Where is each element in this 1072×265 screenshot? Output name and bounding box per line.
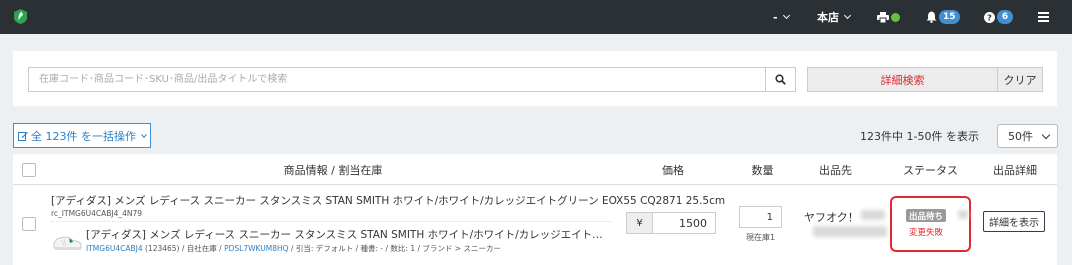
logo-icon[interactable] [12,8,29,25]
store-menu[interactable]: 本店 [817,0,852,34]
sku-title: [アディダス] メンズ レディース スニーカー スタンスミス STAN SMIT… [86,229,611,241]
header-price: 価格 [662,163,684,177]
question-icon: ? [984,11,995,23]
account-label: - [773,10,778,24]
advanced-search-button[interactable]: 詳細検索 [807,67,998,92]
search-input[interactable] [28,67,766,92]
item-code-link[interactable]: ITMG6U4CABJ4 [86,244,143,253]
status-highlight-frame [890,196,971,252]
meta-middle-text: (123465) / 自社在庫 / [145,244,222,253]
sneaker-thumbnail [51,227,83,255]
notifications-count-badge: 15 [939,10,960,24]
quantity-input[interactable]: 1 [739,206,782,228]
account-menu[interactable]: - [773,0,790,34]
bell-icon [926,11,937,23]
currency-prefix: ¥ [627,213,653,233]
current-stock-label: 現在庫1 [746,233,776,242]
clear-button[interactable]: クリア [997,67,1043,92]
chevron-down-icon [782,11,790,20]
chevron-down-icon [1041,130,1051,140]
blurred-status-extra [958,210,968,219]
status-badge: 出品待ち [906,209,947,222]
top-navbar: - 本店 15 ? 6 [0,0,1072,34]
channel-name: ヤフオク！ [804,211,859,224]
online-status-dot [891,12,900,22]
price-input[interactable]: 1500 [653,213,715,233]
header-product-info: 商品情報 / 割当在庫 [283,163,383,177]
printer-icon [877,11,889,23]
chevron-down-icon [141,131,147,138]
search-icon [775,74,786,85]
bulk-action-button[interactable]: 全 123件 を一括操作 [13,123,151,148]
row-checkbox[interactable] [22,217,36,231]
listing-table: 商品情報 / 割当在庫 価格 数量 出品先 ステータス 出品詳細 [アディダス]… [13,154,1057,265]
edit-icon [18,131,28,141]
row-divider [51,221,611,222]
header-quantity: 数量 [751,163,774,177]
header-status: ステータス [903,163,958,177]
help-count-badge: 6 [997,10,1013,24]
meta-tail-text: / 引当: デフォルト / 種書: - / 数比: 1 / ブランド > スニー… [290,244,501,253]
view-detail-button[interactable]: 詳細を表示 [983,211,1045,232]
sku-meta: ITMG6U4CABJ4 (123465) / 自社在庫 / PDSL7WKUM… [86,243,501,254]
store-label: 本店 [817,11,839,24]
printer-status[interactable] [877,0,900,34]
search-button[interactable] [765,67,796,92]
product-code: rc_ITMG6U4CABJ4_4N79 [51,209,143,218]
blurred-listing-id [813,226,887,237]
select-all-checkbox[interactable] [22,163,36,177]
help-button[interactable]: ? 6 [984,0,1013,34]
notifications-button[interactable]: 15 [926,0,960,34]
per-page-value: 50件 [1008,130,1033,143]
bulk-action-label: 全 123件 を一括操作 [31,129,136,143]
svg-text:?: ? [987,13,992,22]
per-page-select[interactable]: 50件 [997,124,1058,148]
main-menu-button[interactable] [1038,0,1049,34]
result-count-text: 123件中 1-50件 を表示 [860,130,979,143]
table-header: 商品情報 / 割当在庫 価格 数量 出品先 ステータス 出品詳細 [13,154,1057,185]
header-listing-detail: 出品詳細 [993,163,1037,177]
status-error-text: 変更失敗 [909,228,944,238]
chevron-down-icon [843,11,852,20]
menu-icon [1038,12,1049,22]
sku-code-link[interactable]: PDSL7WKUM8HQ [224,244,288,253]
search-panel: 詳細検索 クリア [13,51,1057,106]
blurred-account [861,210,885,220]
price-input-group: ¥ 1500 [626,212,716,234]
header-channel: 出品先 [819,163,852,177]
product-title: [アディダス] メンズ レディース スニーカー スタンスミス STAN SMIT… [51,195,726,207]
